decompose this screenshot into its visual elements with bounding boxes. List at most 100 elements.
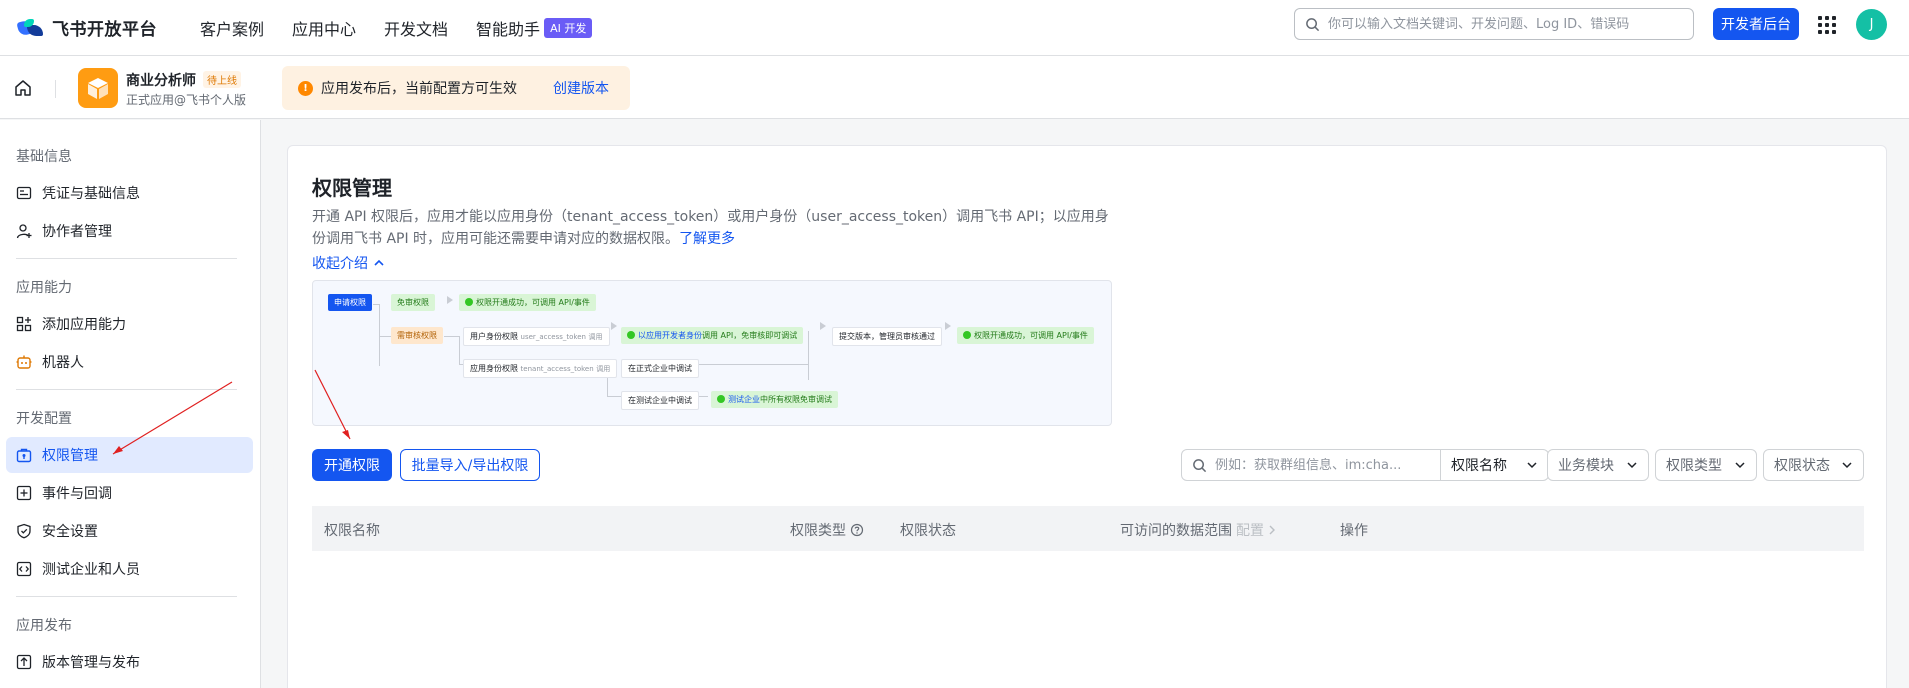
flow-step-ok: 权限开通成功，可调用 API/事件 xyxy=(459,294,596,311)
collapse-label: 收起介绍 xyxy=(312,256,368,272)
sidebar-item-security[interactable]: 安全设置 xyxy=(6,513,253,549)
collapse-intro-toggle[interactable]: 收起介绍 xyxy=(312,253,386,273)
app-icon xyxy=(78,68,118,108)
app-header-bar: 商业分析师 待上线 正式应用@飞书个人版 ! 应用发布后，当前配置方可生效 创建… xyxy=(0,56,1909,119)
flow-arrow xyxy=(447,296,453,304)
brand-logo[interactable]: 飞书开放平台 xyxy=(16,15,178,40)
check-circle-icon xyxy=(627,331,635,339)
sidebar-section-publish: 应用发布 xyxy=(16,618,72,634)
sidebar-section-capabilities: 应用能力 xyxy=(16,280,72,296)
sidebar-item-credentials[interactable]: 凭证与基础信息 xyxy=(6,175,253,211)
col-data-scope-label: 可访问的数据范围 xyxy=(1120,523,1232,539)
chevron-down-icon xyxy=(1735,462,1745,469)
nav-link-assistant[interactable]: 智能助手 AI 开发 xyxy=(476,16,593,40)
page-description: 开通 API 权限后，应用才能以应用身份（tenant_access_token… xyxy=(312,206,1112,250)
sidebar-item-versions[interactable]: 版本管理与发布 xyxy=(6,644,253,680)
flow-line xyxy=(379,304,380,366)
permission-type-filter[interactable]: 权限类型 xyxy=(1655,449,1757,481)
chevron-down-icon xyxy=(1527,462,1537,469)
create-version-link[interactable]: 创建版本 xyxy=(553,78,609,98)
sidebar-item-label: 事件与回调 xyxy=(42,486,112,502)
permission-flow-diagram: 申请权限 免审权限 权限开通成功，可调用 API/事件 需审核权限 用户身份权限… xyxy=(312,280,1112,426)
page-title: 权限管理 xyxy=(312,176,392,200)
flow-step-test-debug: 在测试企业中调试 xyxy=(621,391,699,410)
learn-more-link[interactable]: 了解更多 xyxy=(679,231,735,247)
sidebar-item-collaborators[interactable]: 协作者管理 xyxy=(6,213,253,249)
col-permission-name: 权限名称 xyxy=(324,523,380,539)
permission-status-label: 权限状态 xyxy=(1774,458,1830,474)
permission-table-header: 权限名称 权限类型 权限状态 可访问的数据范围 配置 操作 xyxy=(312,506,1864,551)
box-icon xyxy=(88,78,108,99)
global-search[interactable] xyxy=(1294,8,1694,40)
flow-step-dev-debug: 以应用开发者身份调用 API，免审核即可调试 xyxy=(621,327,804,344)
flow-tenant-call: 调用 xyxy=(596,365,611,373)
data-scope-config-link[interactable]: 配置 xyxy=(1236,520,1264,540)
home-icon[interactable] xyxy=(14,79,32,97)
sidebar-divider xyxy=(16,258,237,259)
help-icon[interactable] xyxy=(850,523,864,537)
sidebar-item-label: 机器人 xyxy=(42,355,84,371)
sidebar-item-label: 协作者管理 xyxy=(42,224,112,240)
search-icon xyxy=(1306,17,1320,31)
flow-dev-identity: 以应用开发者身份 xyxy=(638,331,702,340)
sidebar-item-label: 安全设置 xyxy=(42,524,98,540)
nav-links: 客户案例 应用中心 开发文档 智能助手 AI 开发 xyxy=(200,16,620,40)
sidebar-section-basic: 基础信息 xyxy=(16,149,72,165)
chevron-up-icon xyxy=(374,259,384,266)
flow-arrow xyxy=(611,322,617,330)
flow-line xyxy=(444,336,459,337)
flow-step-test-free: 测试企业中所有权限免审调试 xyxy=(711,391,838,408)
sidebar-item-robot[interactable]: 机器人 xyxy=(6,344,253,380)
sidebar-item-label: 添加应用能力 xyxy=(42,317,126,333)
open-permission-button[interactable]: 开通权限 xyxy=(312,449,392,481)
brand-name: 飞书开放平台 xyxy=(52,20,157,40)
dev-console-button[interactable]: 开发者后台 xyxy=(1713,8,1799,40)
col-permission-status: 权限状态 xyxy=(900,523,956,539)
flow-line xyxy=(808,331,809,380)
permission-status-filter[interactable]: 权限状态 xyxy=(1763,449,1864,481)
robot-icon xyxy=(16,354,32,370)
sidebar: 基础信息 凭证与基础信息 协作者管理 应用能力 添加应用能力 机器人 开发配置 … xyxy=(0,120,261,688)
nav-link-docs[interactable]: 开发文档 xyxy=(384,16,448,40)
sidebar-section-dev-config: 开发配置 xyxy=(16,411,72,427)
business-module-filter[interactable]: 业务模块 xyxy=(1547,449,1649,481)
chevron-down-icon xyxy=(1842,462,1852,469)
global-search-input[interactable] xyxy=(1328,16,1668,32)
publish-notice: ! 应用发布后，当前配置方可生效 创建版本 xyxy=(282,66,630,110)
apps-add-icon xyxy=(16,316,32,332)
flow-step-app-perm: 应用身份权限 tenant_access_token 调用 xyxy=(463,359,618,378)
flow-step-user-perm: 用户身份权限 user_access_token 调用 xyxy=(463,327,610,346)
sidebar-item-test-tenants[interactable]: 测试企业和人员 xyxy=(6,551,253,587)
search-field-select[interactable]: 权限名称 xyxy=(1441,449,1549,481)
check-circle-icon xyxy=(465,298,473,306)
flow-test-free-label: 中所有权限免审调试 xyxy=(760,395,832,404)
flow-arrow xyxy=(820,322,826,330)
chevron-right-icon xyxy=(1269,525,1275,535)
upload-icon xyxy=(16,654,32,670)
app-grid-icon[interactable] xyxy=(1818,16,1836,34)
permission-search[interactable] xyxy=(1181,449,1441,481)
chevron-down-icon xyxy=(1627,462,1637,469)
nav-link-cases[interactable]: 客户案例 xyxy=(200,16,264,40)
flow-user-token: user_access_token xyxy=(520,333,586,341)
warning-icon: ! xyxy=(298,80,313,96)
flow-tenant-token: tenant_access_token xyxy=(520,365,594,373)
check-circle-icon xyxy=(717,395,725,403)
sidebar-item-events[interactable]: 事件与回调 xyxy=(6,475,253,511)
flow-line xyxy=(607,396,621,397)
flow-step-ok-final-label: 权限开通成功，可调用 API/事件 xyxy=(974,331,1088,340)
sidebar-item-add-capability[interactable]: 添加应用能力 xyxy=(6,306,253,342)
sidebar-item-permissions[interactable]: 权限管理 xyxy=(6,437,253,473)
batch-import-export-button[interactable]: 批量导入/导出权限 xyxy=(400,449,540,481)
divider xyxy=(55,80,56,98)
nav-link-app-center[interactable]: 应用中心 xyxy=(292,16,356,40)
permission-search-input[interactable] xyxy=(1215,457,1435,473)
check-circle-icon xyxy=(963,331,971,339)
avatar[interactable]: J xyxy=(1856,9,1887,40)
credential-icon xyxy=(16,185,32,201)
feishu-logo-icon xyxy=(16,17,46,39)
col-permission-type-label: 权限类型 xyxy=(790,523,846,539)
permission-card: 权限管理 开通 API 权限后，应用才能以应用身份（tenant_access_… xyxy=(287,145,1887,688)
search-icon xyxy=(1193,458,1207,472)
col-permission-type: 权限类型 xyxy=(790,520,864,540)
